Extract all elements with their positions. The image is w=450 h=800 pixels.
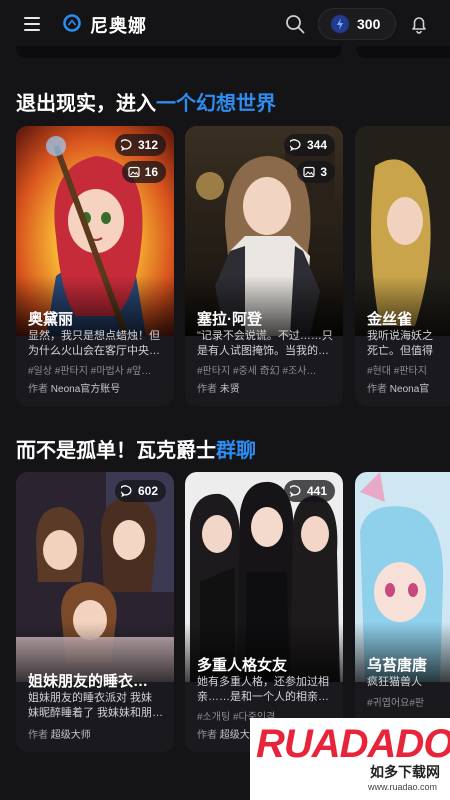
section-title-text: 退出现实，进入: [16, 93, 156, 115]
group-chat-author: 作者 超级大师: [28, 726, 91, 741]
chat-bubble-icon: [120, 139, 132, 151]
watermark-url: www.ruadao.com: [368, 782, 438, 792]
chat-bubble-icon: [120, 485, 132, 497]
image-icon: [128, 166, 140, 178]
character-card[interactable]: 金丝雀 我听说海妖之 死亡。但值得 #현대 #판타지 作者 Neona官: [355, 126, 450, 406]
watermark-cn: 如多下载网: [370, 764, 440, 780]
group-chat-description-line: 姐妹朋友的睡衣派对 我妹: [28, 692, 153, 704]
group-chat-description-line: 疯狂猫兽人: [367, 676, 422, 688]
credits-button[interactable]: 300: [318, 8, 396, 40]
author-prefix: 作者: [197, 384, 217, 395]
character-author: 作者 Neona官: [367, 380, 429, 395]
author-prefix: 作者: [28, 384, 48, 395]
group-chat-tags: #귀엽어요#판: [367, 698, 425, 709]
group-chat-card[interactable]: 602 姐妹朋友的睡衣… 姐妹朋友的睡衣派对 我妹 妹昵醉睡着了 我妹妹和朋… …: [16, 472, 174, 752]
character-name: 塞拉·阿登: [197, 311, 262, 328]
image-icon: [303, 166, 315, 178]
group-chat-description-line: 亲……是和一个人的相亲…: [197, 691, 329, 703]
character-tags: #판타지 #중세 奇幻 #조사…: [197, 366, 317, 377]
group-chat-name: 姐妹朋友的睡衣…: [28, 673, 149, 690]
message-count-badge: 344: [283, 134, 335, 156]
group-chat-description-line: 妹昵醉睡着了 我妹妹和朋…: [28, 707, 164, 719]
section-title-highlight: 群聊: [216, 440, 256, 462]
group-chat-card[interactable]: 441 多重人格女友 她有多重人格，还参加过相 亲……是和一个人的相亲… #소개…: [185, 472, 343, 752]
hamburger-menu-icon[interactable]: [24, 17, 40, 31]
section-title-group-chat: 而不是孤单！瓦克爵士群聊: [16, 434, 256, 463]
group-chat-card[interactable]: 乌苔唐唐 疯狂猫兽人 #귀엽어요#판 作者 超: [355, 472, 450, 752]
app-name: 尼奥娜: [90, 16, 147, 36]
character-tags: #일상 #판타지 #마법사 #앞…: [28, 366, 152, 377]
image-count-badge: 16: [121, 161, 166, 183]
group-chat-description-line: 她有多重人格，还参加过相: [197, 676, 329, 688]
search-icon[interactable]: [284, 13, 306, 35]
chat-bubble-icon: [289, 485, 301, 497]
character-card[interactable]: 344 3 塞拉·阿登 "记录不会说谎。不过……只 是有人试图掩饰。当我的… #…: [185, 126, 343, 406]
character-card[interactable]: 312 16 奥黛丽 显然，我只是想点蜡烛！但 为什么火山会在客厅中央… #일상…: [16, 126, 174, 406]
character-description-line: 我听说海妖之: [367, 330, 433, 342]
section-title-fantasy: 退出现实，进入一个幻想世界: [16, 87, 276, 116]
image-count-badge: 3: [297, 161, 335, 183]
character-description-line: 死亡。但值得: [367, 345, 433, 357]
watermark-brand: RUADADO: [256, 722, 450, 766]
character-author: 作者 未贤: [197, 380, 240, 395]
character-description-line: 显然，我只是想点蜡烛！但: [28, 330, 160, 342]
author-name: 超级大师: [50, 730, 91, 741]
author-name: Neona官: [389, 384, 430, 395]
chat-bubble-icon: [289, 139, 301, 151]
character-description-line: 是有人试图掩饰。当我的…: [197, 345, 329, 357]
character-description-line: 为什么火山会在客厅中央…: [28, 345, 160, 357]
image-count: 3: [320, 165, 327, 179]
lightning-icon: [331, 15, 349, 33]
bell-icon[interactable]: [408, 13, 430, 35]
author-prefix: 作者: [367, 384, 387, 395]
section-title-highlight: 一个幻想世界: [156, 93, 276, 115]
site-watermark: RUADADO 如多下载网 www.ruadao.com: [250, 718, 450, 800]
section-title-text: 而不是孤单！瓦克爵士: [16, 440, 216, 462]
credits-count: 300: [357, 16, 381, 32]
previous-card-bottom: [16, 46, 342, 58]
author-name: Neona官方账号: [50, 384, 121, 395]
message-count-badge: 441: [283, 480, 335, 502]
previous-card-bottom: [356, 46, 450, 58]
message-count-badge: 602: [114, 480, 166, 502]
group-chat-name: 乌苔唐唐: [367, 657, 428, 674]
character-tags: #현대 #판타지: [367, 366, 427, 377]
group-chat-name: 多重人格女友: [197, 657, 288, 674]
image-count: 16: [144, 165, 158, 179]
character-author: 作者 Neona官方账号: [28, 380, 120, 395]
message-count: 602: [137, 484, 158, 498]
message-count: 441: [306, 484, 327, 498]
character-description-line: "记录不会说谎。不过……只: [197, 330, 333, 342]
message-count-badge: 312: [114, 134, 166, 156]
character-name: 金丝雀: [367, 311, 413, 328]
author-prefix: 作者: [197, 730, 217, 741]
top-bar: 尼奥娜 300: [0, 0, 450, 48]
message-count: 312: [137, 138, 158, 152]
message-count: 344: [306, 138, 327, 152]
neona-logo-icon: [63, 14, 81, 32]
author-name: 未贤: [219, 384, 240, 395]
character-name: 奥黛丽: [28, 311, 74, 328]
author-prefix: 作者: [28, 730, 48, 741]
